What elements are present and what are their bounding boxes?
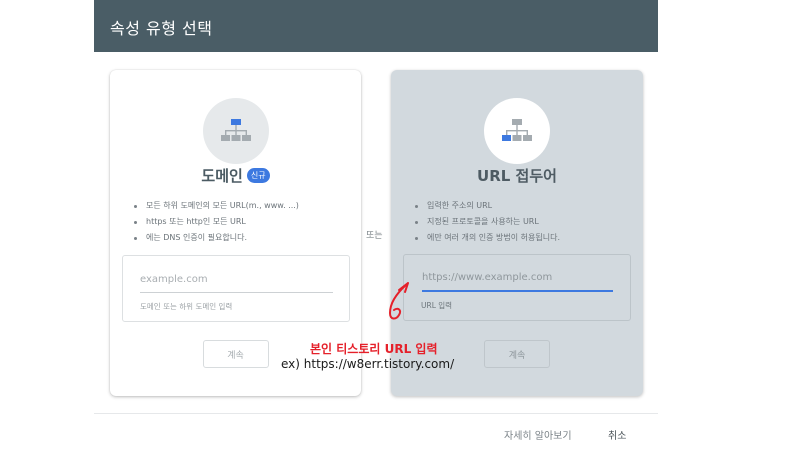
- domain-bullet-list: 모든 하위 도메인의 모든 URL(m., www. ...) https 또는…: [132, 198, 351, 246]
- domain-heading-text: 도메인: [201, 167, 243, 185]
- list-item: 에는 DNS 인증이 필요합니다.: [132, 230, 351, 246]
- dialog-title: 속성 유형 선택: [110, 19, 213, 38]
- new-badge: 신규: [246, 168, 270, 183]
- url-prefix-icon-circle: [484, 98, 550, 164]
- domain-input-box: 도메인 또는 하위 도메인 입력: [122, 255, 350, 322]
- domain-input-hint: 도메인 또는 하위 도메인 입력: [140, 302, 233, 311]
- annotation-example: ex) https://w8err.tistory.com/: [281, 357, 455, 371]
- list-item: 에만 여러 개의 인증 방법이 허용됩니다.: [413, 230, 633, 246]
- url-prefix-bullet-list: 입력한 주소의 URL 지정된 프로토콜을 사용하는 URL 에만 여러 개의 …: [413, 198, 633, 246]
- footer-divider: [94, 413, 658, 414]
- url-prefix-input-box: URL 입력: [403, 254, 631, 321]
- domain-continue-button[interactable]: 계속: [202, 340, 269, 368]
- or-separator: 또는: [366, 231, 383, 241]
- learn-more-link[interactable]: 자세히 알아보기: [504, 427, 572, 442]
- sitemap-icon: [220, 119, 251, 141]
- url-prefix-input-hint: URL 입력: [421, 301, 453, 310]
- list-item: https 또는 http인 모든 URL: [132, 214, 351, 230]
- dialog-title-bar: 속성 유형 선택: [94, 0, 658, 52]
- annotation-instruction: 본인 티스토리 URL 입력: [310, 342, 438, 356]
- url-prefix-input[interactable]: [422, 269, 613, 292]
- list-item: 지정된 프로토콜을 사용하는 URL: [413, 214, 633, 230]
- list-item: 입력한 주소의 URL: [413, 198, 633, 214]
- cancel-button[interactable]: 취소: [608, 427, 626, 442]
- annotation-arrow-icon: [388, 282, 409, 320]
- list-item: 모든 하위 도메인의 모든 URL(m., www. ...): [132, 198, 351, 214]
- domain-input[interactable]: [140, 270, 333, 293]
- domain-icon-circle: [202, 98, 269, 164]
- sitemap-icon: [502, 119, 532, 141]
- url-prefix-continue-button[interactable]: 계속: [484, 340, 550, 368]
- domain-card-heading: 도메인 신규: [110, 165, 361, 186]
- url-prefix-card-heading: URL 접두어: [477, 167, 557, 185]
